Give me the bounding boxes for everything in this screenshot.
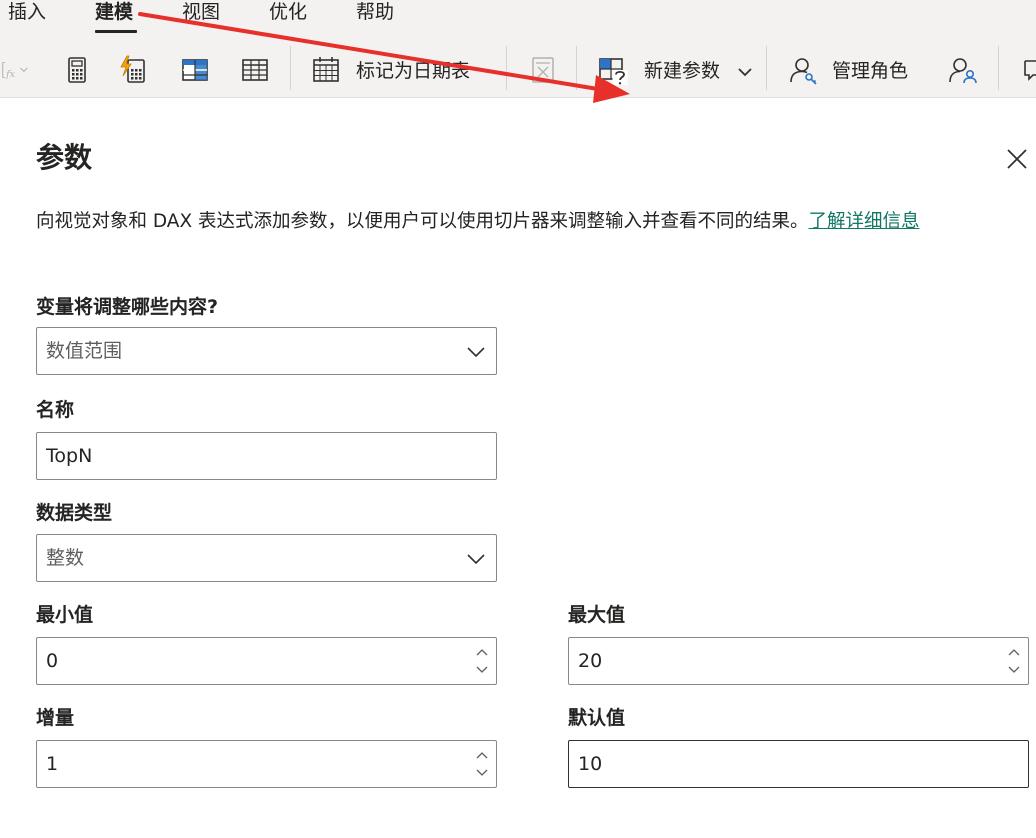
maximum-input[interactable]: 20: [568, 637, 1029, 685]
ribbon-separator: [576, 46, 577, 90]
default-input[interactable]: 10: [568, 740, 1029, 788]
panel-description: 向视觉对象和 DAX 表达式添加参数，以便用户可以使用切片器来调整输入并查看不同…: [36, 206, 1026, 238]
increment-value: 1: [46, 753, 59, 775]
learn-more-link[interactable]: 了解详细信息: [809, 211, 920, 232]
minimum-label: 最小值: [36, 604, 94, 626]
spin-stepper-icon[interactable]: [474, 643, 490, 679]
calendar-icon[interactable]: [311, 55, 341, 85]
maximum-label: 最大值: [568, 604, 626, 626]
description-text: 向视觉对象和 DAX 表达式添加参数，以便用户可以使用切片器来调整输入并查看不同…: [36, 211, 809, 232]
new-table-icon[interactable]: [240, 55, 270, 85]
active-tab-indicator: [95, 30, 137, 33]
tab-modeling[interactable]: 建模: [95, 0, 133, 24]
new-measure-icon[interactable]: fx: [0, 55, 44, 85]
spin-stepper-icon[interactable]: [474, 746, 490, 782]
chevron-down-icon[interactable]: [736, 63, 754, 81]
name-value: TopN: [46, 445, 93, 467]
variable-type-dropdown[interactable]: 数值范围: [36, 327, 497, 375]
variable-type-value: 数值范围: [46, 340, 123, 362]
increment-label: 增量: [36, 707, 75, 729]
data-type-label: 数据类型: [36, 502, 113, 524]
panel-title: 参数: [36, 141, 93, 174]
mark-as-date-table-button[interactable]: 标记为日期表: [356, 58, 470, 84]
tab-insert[interactable]: 插入: [8, 0, 46, 24]
new-parameter-button[interactable]: 新建参数: [644, 58, 720, 84]
data-type-dropdown[interactable]: 整数: [36, 534, 497, 582]
default-label: 默认值: [568, 707, 626, 729]
chevron-down-icon: [467, 554, 485, 565]
name-label: 名称: [36, 399, 75, 421]
default-value: 10: [578, 753, 603, 775]
maximum-value: 20: [578, 650, 603, 672]
view-as-icon[interactable]: [948, 55, 978, 85]
tab-view[interactable]: 视图: [182, 0, 220, 24]
name-input[interactable]: TopN: [36, 432, 497, 480]
manage-roles-button[interactable]: 管理角色: [832, 58, 908, 84]
spin-stepper-icon[interactable]: [1006, 643, 1022, 679]
new-column-icon[interactable]: [180, 55, 210, 85]
annotation-arrow: [138, 12, 630, 103]
new-parameter-icon[interactable]: [598, 55, 628, 85]
minimum-input[interactable]: 0: [36, 637, 497, 685]
quick-measure-icon[interactable]: [118, 55, 148, 85]
svg-text:fx: fx: [5, 69, 16, 80]
minimum-value: 0: [46, 650, 59, 672]
ribbon-separator: [998, 46, 999, 90]
tab-help[interactable]: 帮助: [356, 0, 394, 24]
manage-roles-icon[interactable]: [788, 55, 818, 85]
menu-bar: 插入 建模 视图 优化 帮助: [0, 0, 1036, 36]
qna-icon[interactable]: [1016, 55, 1036, 85]
close-icon[interactable]: [1004, 146, 1030, 172]
new-calculated-column-icon[interactable]: [62, 55, 92, 85]
what-if-icon[interactable]: [528, 55, 558, 85]
data-type-value: 整数: [46, 547, 85, 569]
variable-type-label: 变量将调整哪些内容?: [36, 296, 219, 318]
chevron-down-icon: [467, 347, 485, 358]
increment-input[interactable]: 1: [36, 740, 497, 788]
ribbon-separator: [290, 46, 291, 90]
ribbon-separator: [506, 46, 507, 90]
tab-optimize[interactable]: 优化: [269, 0, 307, 24]
ribbon-separator: [766, 46, 767, 90]
